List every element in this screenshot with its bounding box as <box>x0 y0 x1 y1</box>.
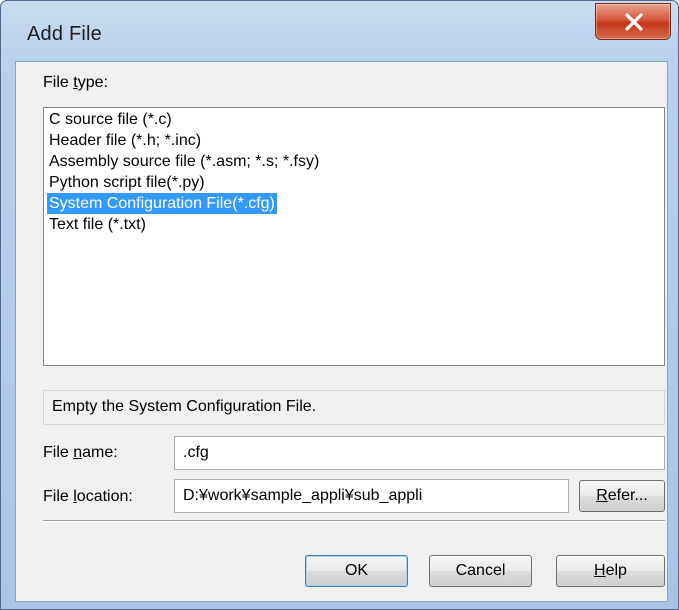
file-type-listbox[interactable]: C source file (*.c) Header file (*.h; *.… <box>43 107 665 366</box>
ok-button[interactable]: OK <box>305 555 408 587</box>
add-file-dialog: Add File File type: C source file (*.c) … <box>0 0 679 610</box>
help-button[interactable]: Help <box>556 555 665 587</box>
list-item-system-configuration[interactable]: System Configuration File(*.cfg) <box>47 193 277 214</box>
file-type-label: File type: <box>43 74 108 91</box>
close-button[interactable] <box>595 3 671 40</box>
description-text: Empty the System Configuration File. <box>52 398 317 415</box>
file-name-label: File name: <box>43 444 118 461</box>
window-title: Add File <box>27 23 102 45</box>
close-x-icon <box>625 13 643 31</box>
list-item-text[interactable]: Text file (*.txt) <box>47 214 148 235</box>
title-bar[interactable]: Add File <box>1 1 678 61</box>
file-type-description: Empty the System Configuration File. <box>43 390 665 425</box>
list-item-c-source[interactable]: C source file (*.c) <box>47 109 174 130</box>
refer-button[interactable]: Refer... <box>579 480 665 512</box>
separator <box>43 520 665 522</box>
file-name-field[interactable]: .cfg <box>174 436 665 470</box>
file-location-field[interactable]: D:¥work¥sample_appli¥sub_appli <box>174 479 569 513</box>
list-item-assembly[interactable]: Assembly source file (*.asm; *.s; *.fsy) <box>47 151 321 172</box>
cancel-button[interactable]: Cancel <box>429 555 532 587</box>
list-item-python[interactable]: Python script file(*.py) <box>47 172 207 193</box>
dialog-body: File type: C source file (*.c) Header fi… <box>15 61 668 602</box>
list-item-header[interactable]: Header file (*.h; *.inc) <box>47 130 203 151</box>
file-location-label: File location: <box>43 488 133 505</box>
